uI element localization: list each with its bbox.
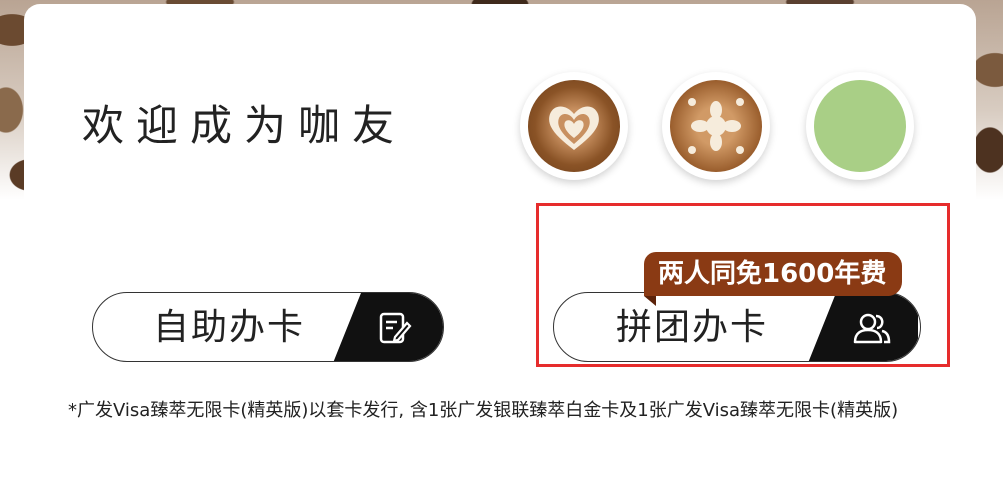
- group-apply-label: 拼团办卡: [616, 307, 769, 348]
- self-apply-icon-area: [333, 293, 443, 361]
- matcha-cup-image: [806, 72, 914, 180]
- self-apply-label: 自助办卡: [153, 307, 306, 348]
- users-group-icon: [853, 313, 891, 344]
- card-footnote: *广发Visa臻萃无限卡(精英版)以套卡发行, 含1张广发银联臻萃白金卡及1张广…: [68, 400, 899, 421]
- group-apply-icon-area: [808, 293, 918, 361]
- latte-flower-cup-image: [662, 72, 770, 180]
- group-discount-badge: 两人同免1600年费: [644, 252, 903, 306]
- edit-form-icon: [379, 312, 412, 344]
- group-apply-button[interactable]: 拼团办卡: [553, 292, 921, 362]
- self-apply-button[interactable]: 自助办卡: [92, 292, 444, 362]
- welcome-title: 欢迎成为咖友: [82, 101, 407, 150]
- latte-heart-cup-image: [520, 72, 628, 180]
